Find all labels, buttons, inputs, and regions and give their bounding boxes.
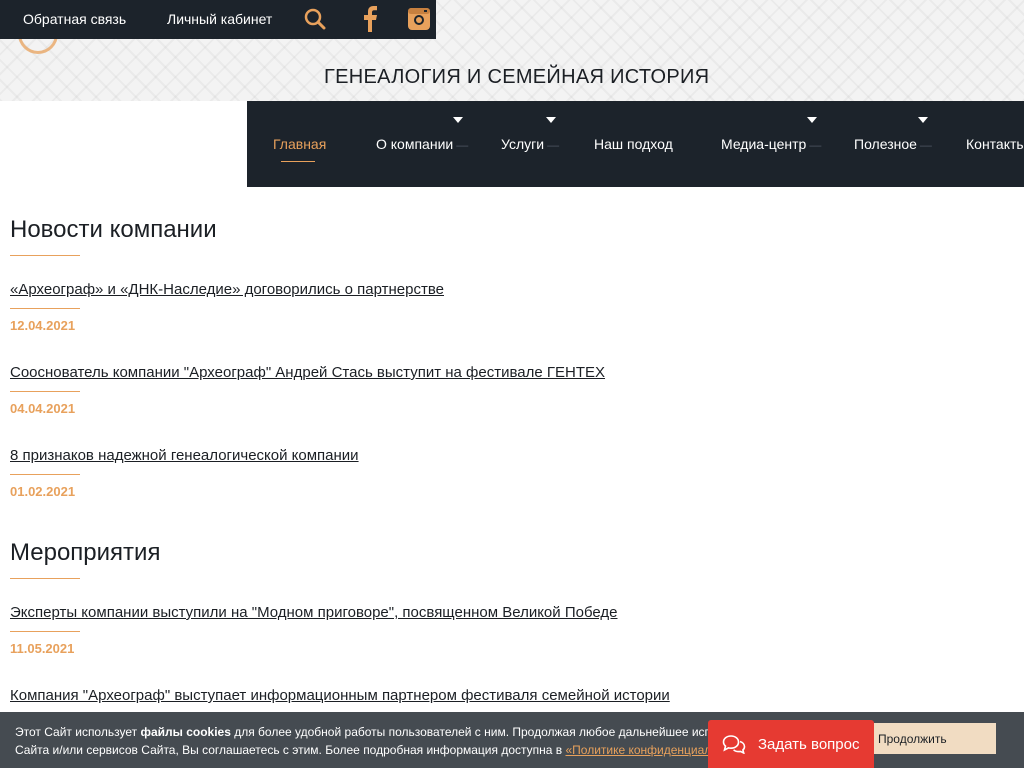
feedback-link[interactable]: Обратная связь bbox=[23, 11, 126, 27]
cookie-text-part: Сайта и/или сервисов Сайта, Вы соглашает… bbox=[15, 743, 566, 757]
event-divider bbox=[10, 631, 80, 632]
site-title: ГЕНЕАЛОГИЯ И СЕМЕЙНАЯ ИСТОРИЯ bbox=[324, 66, 710, 88]
nav-item-services[interactable]: Услуги — bbox=[501, 136, 559, 152]
dash-separator: — bbox=[547, 138, 560, 152]
cookie-text-bold: файлы cookies bbox=[140, 725, 231, 739]
nav-item-home[interactable]: Главная bbox=[273, 136, 327, 162]
nav-item-label: Медиа-центр bbox=[721, 136, 807, 152]
nav-item-about[interactable]: О компании — bbox=[376, 136, 468, 152]
nav-item-label: Наш подход bbox=[594, 136, 673, 152]
facebook-icon[interactable] bbox=[356, 5, 384, 33]
nav-item-media[interactable]: Медиа-центр — bbox=[721, 136, 821, 152]
chat-icon bbox=[722, 734, 746, 755]
news-item-title[interactable]: «Археограф» и «ДНК-Наследие» договорилис… bbox=[10, 281, 444, 298]
heading-divider bbox=[10, 255, 80, 256]
personal-cabinet-link[interactable]: Личный кабинет bbox=[167, 11, 272, 27]
nav-item-approach[interactable]: Наш подход bbox=[594, 136, 673, 152]
privacy-policy-link[interactable]: «Политике конфиденциальности» bbox=[565, 743, 715, 757]
nav-item-useful[interactable]: Полезное — bbox=[854, 136, 932, 152]
news-divider bbox=[10, 391, 80, 392]
chevron-down-icon[interactable] bbox=[546, 117, 556, 123]
cookie-text-part: для более удобной работы пользователей с… bbox=[234, 725, 715, 739]
ask-question-label: Задать вопрос bbox=[758, 735, 860, 753]
heading-divider bbox=[10, 578, 80, 579]
top-bar: Обратная связь Личный кабинет bbox=[0, 0, 436, 39]
chevron-down-icon[interactable] bbox=[453, 117, 463, 123]
nav-item-label: О компании bbox=[376, 136, 454, 152]
news-item-date: 04.04.2021 bbox=[10, 401, 76, 416]
news-item-date: 12.04.2021 bbox=[10, 318, 76, 333]
news-heading: Новости компании bbox=[10, 216, 217, 243]
event-item-title[interactable]: Компания "Археограф" выступает информаци… bbox=[10, 687, 670, 704]
news-item-date: 01.02.2021 bbox=[10, 484, 76, 499]
ask-question-button[interactable]: Задать вопрос bbox=[708, 720, 874, 768]
news-item-title[interactable]: 8 признаков надежной генеалогической ком… bbox=[10, 447, 359, 464]
active-underline bbox=[281, 161, 315, 162]
news-divider bbox=[10, 474, 80, 475]
events-heading: Мероприятия bbox=[10, 539, 161, 566]
dash-separator: — bbox=[919, 138, 932, 152]
nav-item-contacts[interactable]: Контакты bbox=[966, 136, 1024, 152]
nav-item-label: Полезное bbox=[854, 136, 917, 152]
cookie-continue-button[interactable]: Продолжить bbox=[866, 723, 996, 754]
main-navigation: Главная О компании — Услуги — Наш подход М… bbox=[247, 101, 1024, 187]
news-divider bbox=[10, 308, 80, 309]
search-icon[interactable] bbox=[301, 5, 329, 33]
cookie-text: Этот Сайт использует файлы cookies для б… bbox=[15, 723, 715, 759]
news-item-title[interactable]: Сооснователь компании "Археограф" Андрей… bbox=[10, 364, 605, 381]
instagram-icon[interactable] bbox=[405, 5, 433, 33]
event-item-date: 11.05.2021 bbox=[10, 641, 75, 656]
nav-item-label: Главная bbox=[273, 136, 327, 152]
nav-item-label: Контакты bbox=[966, 136, 1024, 152]
event-item-title[interactable]: Эксперты компании выступили на "Модном п… bbox=[10, 604, 617, 621]
cookie-text-part: Этот Сайт использует bbox=[15, 725, 141, 739]
dash-separator: — bbox=[456, 138, 469, 152]
chevron-down-icon[interactable] bbox=[807, 117, 817, 123]
dash-separator: — bbox=[809, 138, 822, 152]
nav-item-label: Услуги bbox=[501, 136, 545, 152]
chevron-down-icon[interactable] bbox=[918, 117, 928, 123]
